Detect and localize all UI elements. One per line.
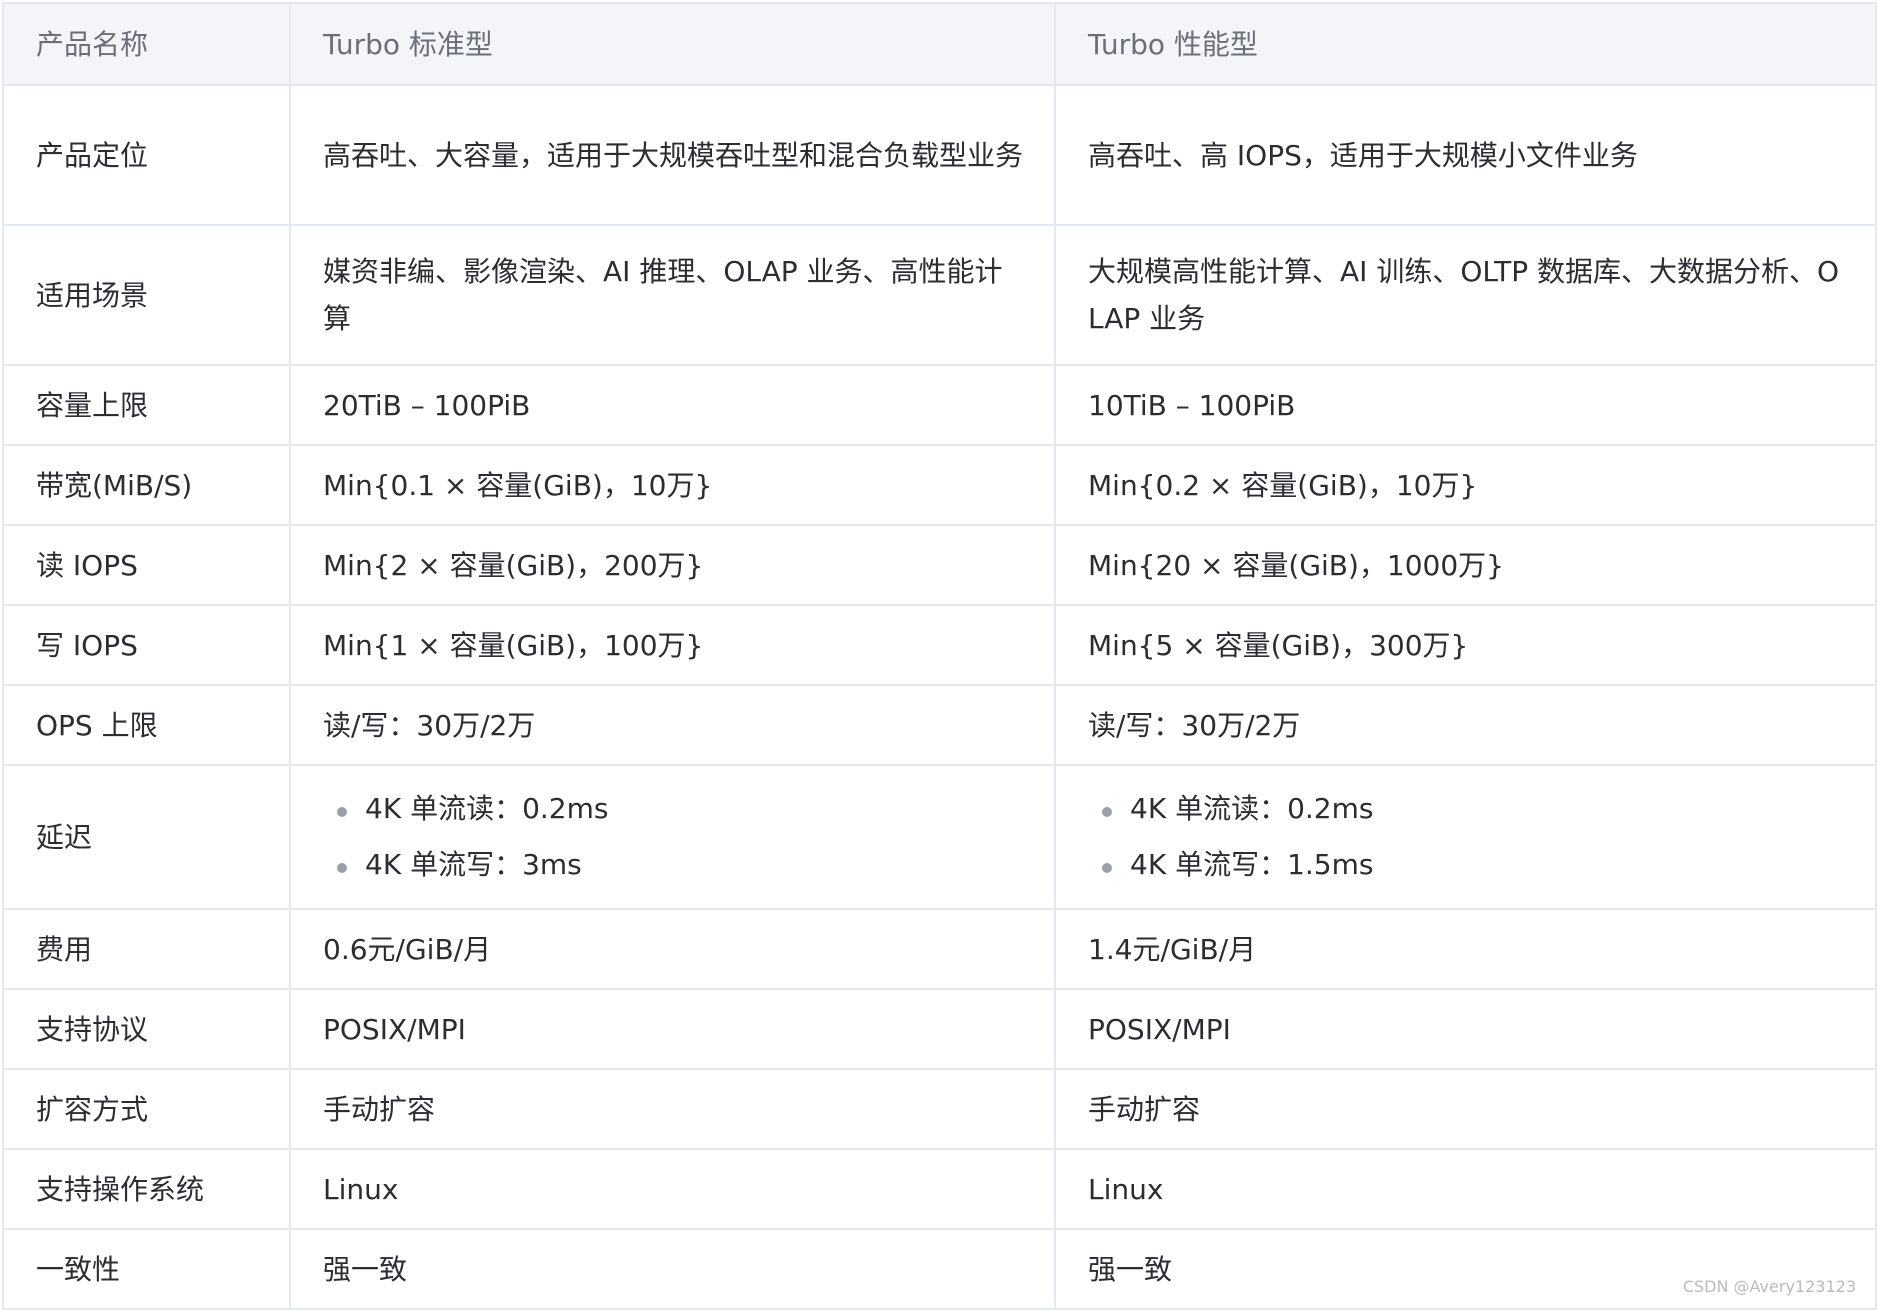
- row-label: OPS 上限: [2, 684, 291, 766]
- cell-performance: Min{0.2 × 容量(GiB)，10万}: [1054, 444, 1877, 526]
- header-product-name: 产品名称: [2, 2, 291, 86]
- watermark: CSDN @Avery123123: [1682, 1277, 1856, 1296]
- bullet-list: 4K 单流读：0.2ms 4K 单流写：3ms: [323, 781, 1030, 893]
- table-row: 费用 0.6元/GiB/月 1.4元/GiB/月: [2, 908, 1877, 990]
- cell-performance: Min{5 × 容量(GiB)，300万}: [1054, 604, 1877, 686]
- row-label: 支持协议: [2, 988, 291, 1070]
- cell-standard: Linux: [289, 1148, 1056, 1230]
- row-label: 一致性: [2, 1228, 291, 1310]
- cell-performance: 读/写：30万/2万: [1054, 684, 1877, 766]
- cell-performance: 手动扩容: [1054, 1068, 1877, 1150]
- cell-performance: 1.4元/GiB/月: [1054, 908, 1877, 990]
- row-label: 产品定位: [2, 84, 291, 226]
- row-label: 容量上限: [2, 364, 291, 446]
- bullet-dot-icon: [337, 807, 347, 817]
- table-row: 支持操作系统 Linux Linux: [2, 1148, 1877, 1230]
- bullet-dot-icon: [1102, 863, 1112, 873]
- cell-standard: Min{1 × 容量(GiB)，100万}: [289, 604, 1056, 686]
- row-label: 适用场景: [2, 224, 291, 366]
- cell-performance: 4K 单流读：0.2ms 4K 单流写：1.5ms: [1054, 764, 1877, 910]
- list-item-text: 4K 单流写：1.5ms: [1130, 848, 1374, 881]
- cell-standard: Min{2 × 容量(GiB)，200万}: [289, 524, 1056, 606]
- table-row: 带宽(MiB/S) Min{0.1 × 容量(GiB)，10万} Min{0.2…: [2, 444, 1877, 526]
- list-item-text: 4K 单流写：3ms: [365, 848, 582, 881]
- cell-performance: 10TiB – 100PiB: [1054, 364, 1877, 446]
- table-row: 产品定位 高吞吐、大容量，适用于大规模吞吐型和混合负载型业务 高吞吐、高 IOP…: [2, 84, 1877, 226]
- comparison-table: 产品名称 Turbo 标准型 Turbo 性能型 产品定位 高吞吐、大容量，适用…: [2, 2, 1877, 1310]
- row-label: 费用: [2, 908, 291, 990]
- row-label: 延迟: [2, 764, 291, 910]
- cell-performance: 高吞吐、高 IOPS，适用于大规模小文件业务: [1054, 84, 1877, 226]
- cell-standard: 媒资非编、影像渲染、AI 推理、OLAP 业务、高性能计算: [289, 224, 1056, 366]
- bullet-dot-icon: [1102, 807, 1112, 817]
- row-label: 带宽(MiB/S): [2, 444, 291, 526]
- table-header-row: 产品名称 Turbo 标准型 Turbo 性能型: [2, 2, 1877, 86]
- table-row: 读 IOPS Min{2 × 容量(GiB)，200万} Min{20 × 容量…: [2, 524, 1877, 606]
- table-row: 适用场景 媒资非编、影像渲染、AI 推理、OLAP 业务、高性能计算 大规模高性…: [2, 224, 1877, 366]
- list-item: 4K 单流写：1.5ms: [1088, 837, 1851, 893]
- bullet-dot-icon: [337, 863, 347, 873]
- cell-performance: 强一致: [1054, 1228, 1877, 1310]
- cell-standard: 4K 单流读：0.2ms 4K 单流写：3ms: [289, 764, 1056, 910]
- header-turbo-performance: Turbo 性能型: [1054, 2, 1877, 86]
- cell-performance: 大规模高性能计算、AI 训练、OLTP 数据库、大数据分析、OLAP 业务: [1054, 224, 1877, 366]
- row-label: 读 IOPS: [2, 524, 291, 606]
- cell-standard: 20TiB – 100PiB: [289, 364, 1056, 446]
- header-turbo-standard: Turbo 标准型: [289, 2, 1056, 86]
- table-row: 一致性 强一致 强一致: [2, 1228, 1877, 1310]
- table-row: 延迟 4K 单流读：0.2ms 4K 单流写：3ms 4K 单流读：0.2ms …: [2, 764, 1877, 910]
- list-item: 4K 单流读：0.2ms: [323, 781, 1030, 837]
- row-label: 支持操作系统: [2, 1148, 291, 1230]
- cell-performance: Linux: [1054, 1148, 1877, 1230]
- cell-standard: POSIX/MPI: [289, 988, 1056, 1070]
- table-row: OPS 上限 读/写：30万/2万 读/写：30万/2万: [2, 684, 1877, 766]
- table-row: 支持协议 POSIX/MPI POSIX/MPI: [2, 988, 1877, 1070]
- cell-performance: Min{20 × 容量(GiB)，1000万}: [1054, 524, 1877, 606]
- list-item-text: 4K 单流读：0.2ms: [1130, 792, 1374, 825]
- list-item-text: 4K 单流读：0.2ms: [365, 792, 609, 825]
- row-label: 扩容方式: [2, 1068, 291, 1150]
- cell-performance: POSIX/MPI: [1054, 988, 1877, 1070]
- row-label: 写 IOPS: [2, 604, 291, 686]
- cell-standard: 0.6元/GiB/月: [289, 908, 1056, 990]
- list-item: 4K 单流写：3ms: [323, 837, 1030, 893]
- bullet-list: 4K 单流读：0.2ms 4K 单流写：1.5ms: [1088, 781, 1851, 893]
- cell-standard: Min{0.1 × 容量(GiB)，10万}: [289, 444, 1056, 526]
- list-item: 4K 单流读：0.2ms: [1088, 781, 1851, 837]
- table-row: 扩容方式 手动扩容 手动扩容: [2, 1068, 1877, 1150]
- table-row: 写 IOPS Min{1 × 容量(GiB)，100万} Min{5 × 容量(…: [2, 604, 1877, 686]
- cell-standard: 读/写：30万/2万: [289, 684, 1056, 766]
- cell-standard: 手动扩容: [289, 1068, 1056, 1150]
- cell-standard: 高吞吐、大容量，适用于大规模吞吐型和混合负载型业务: [289, 84, 1056, 226]
- cell-standard: 强一致: [289, 1228, 1056, 1310]
- table-row: 容量上限 20TiB – 100PiB 10TiB – 100PiB: [2, 364, 1877, 446]
